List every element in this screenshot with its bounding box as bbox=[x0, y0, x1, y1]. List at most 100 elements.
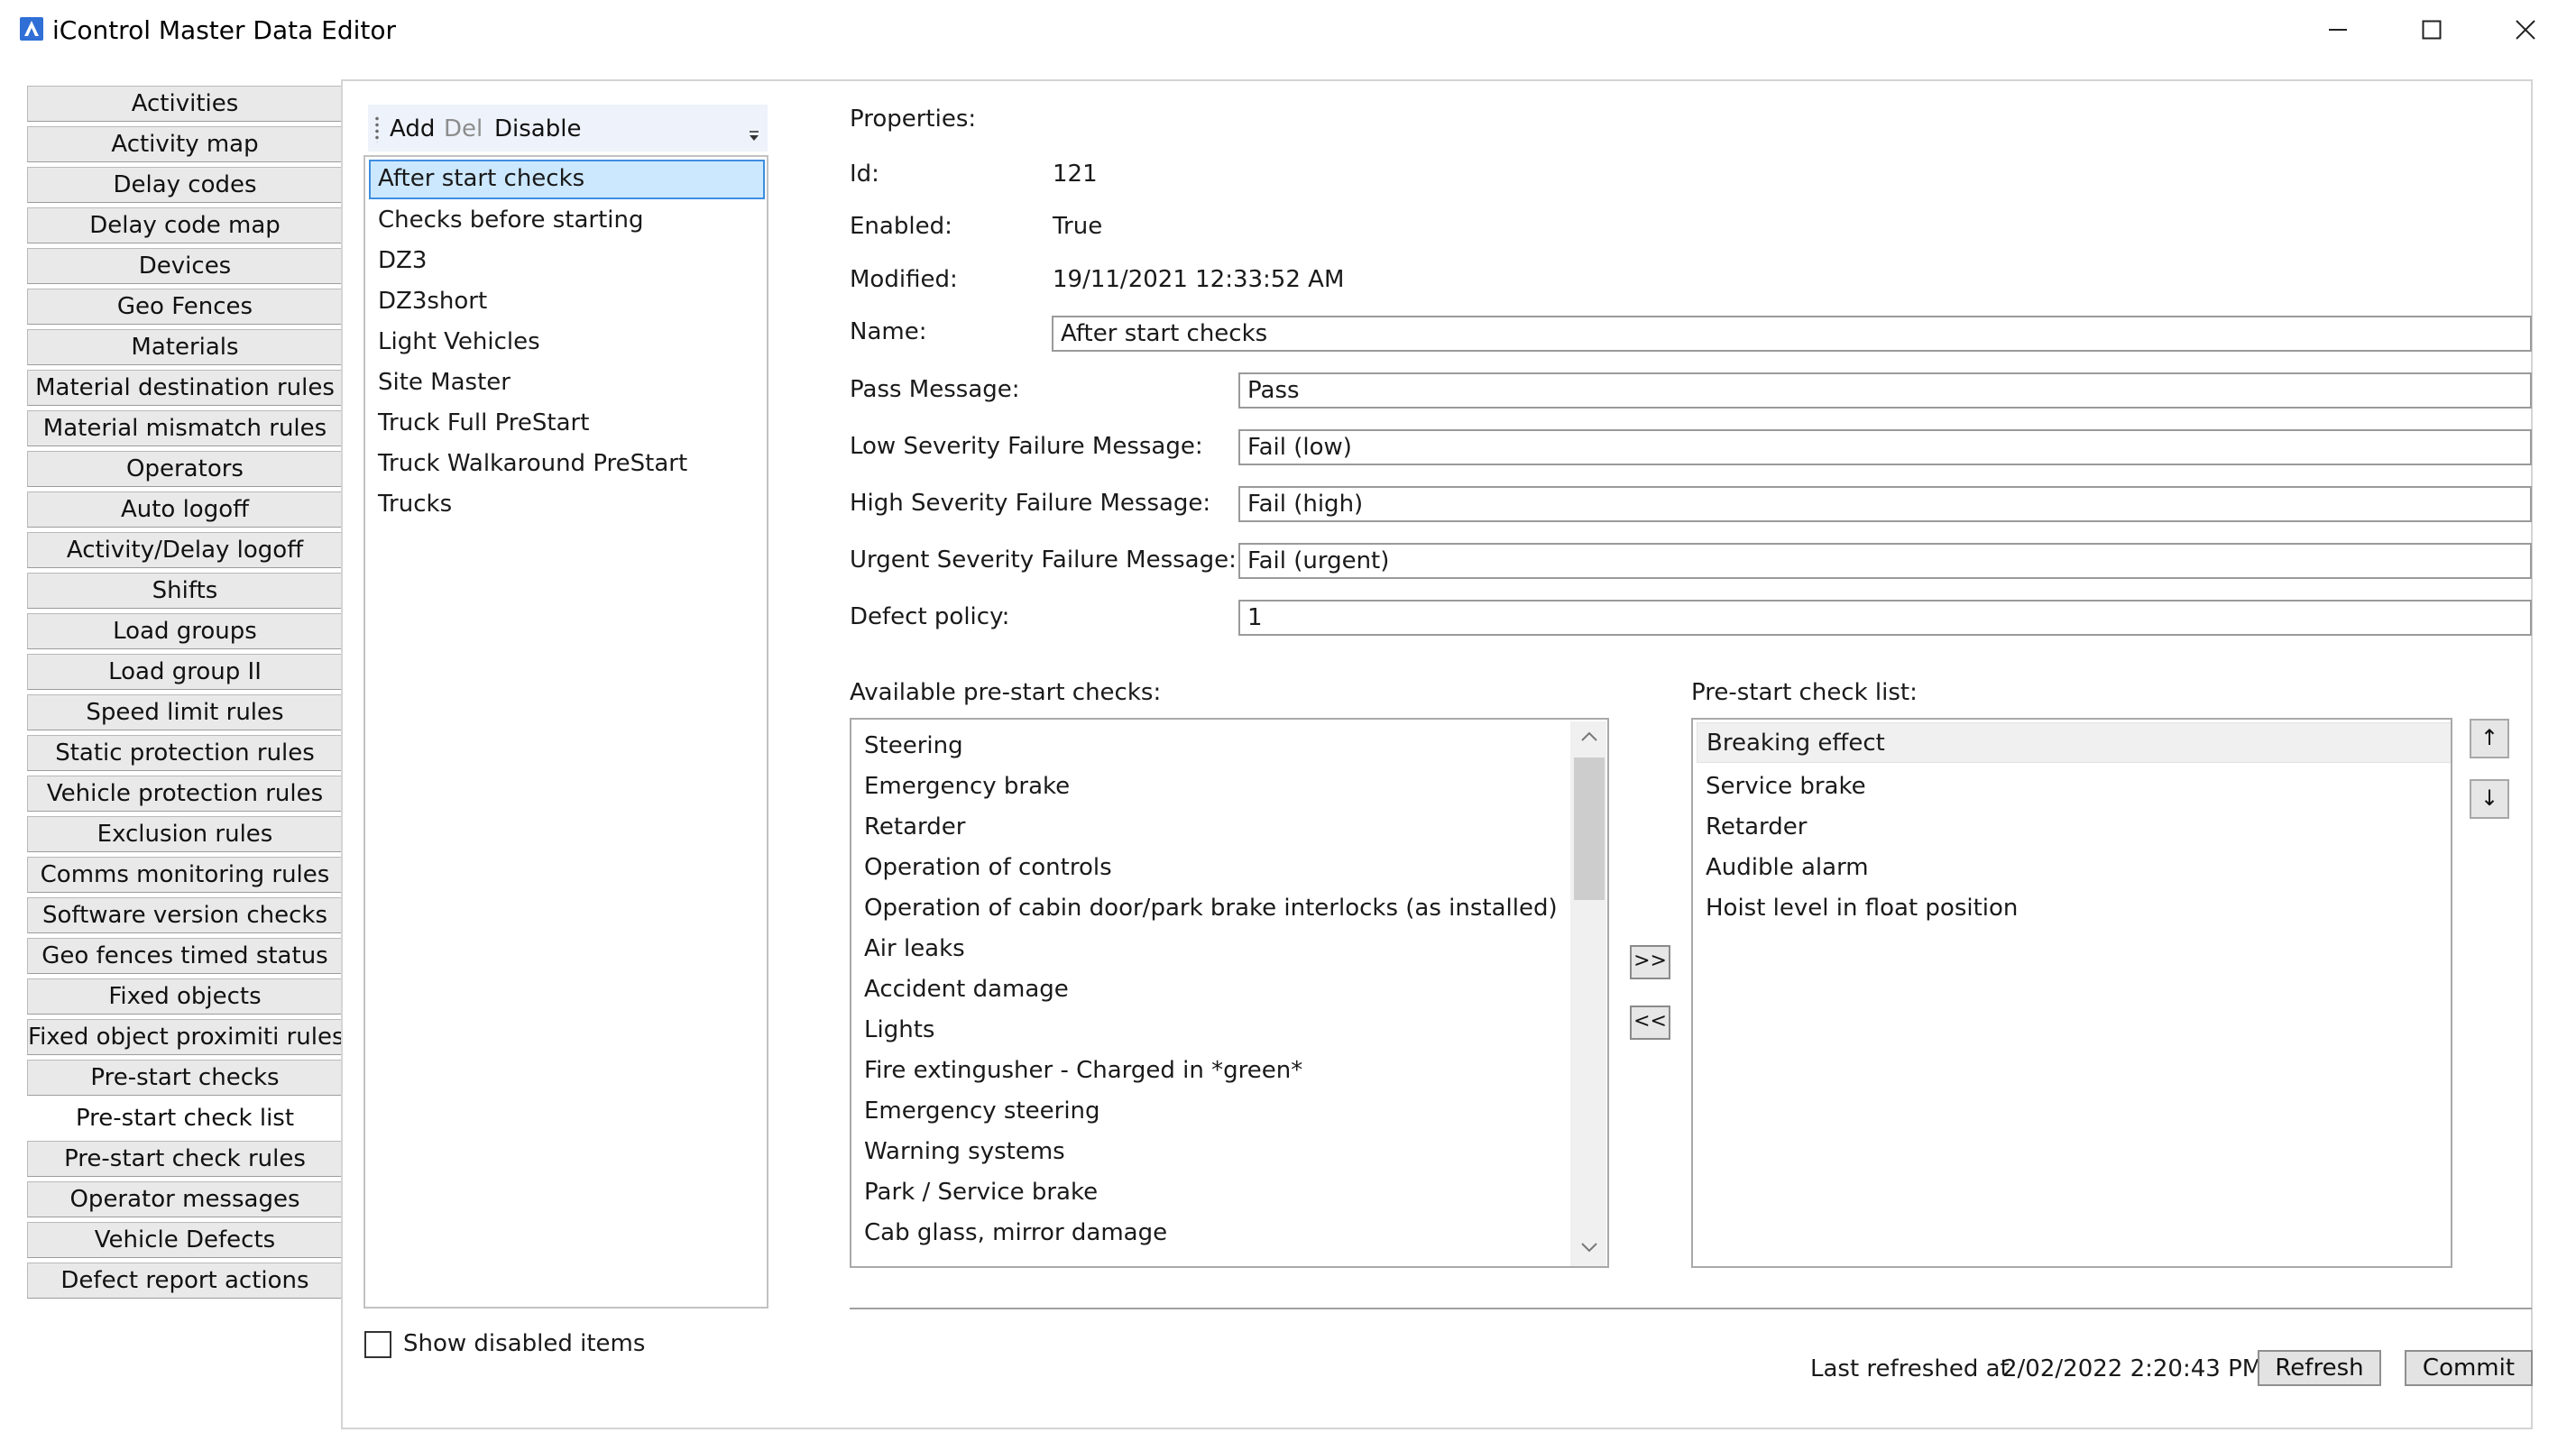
defect-policy-field[interactable]: 1 bbox=[1238, 600, 2532, 636]
list-item[interactable]: Emergency steering bbox=[864, 1091, 1100, 1132]
nav-item-load-group-ii[interactable]: Load group II bbox=[27, 654, 343, 690]
nav-item-comms-monitoring-rules[interactable]: Comms monitoring rules bbox=[27, 857, 343, 893]
maximize-button[interactable] bbox=[2385, 0, 2479, 60]
nav-item-operators[interactable]: Operators bbox=[27, 451, 343, 487]
low-severity-label: Low Severity Failure Message: bbox=[850, 433, 1203, 460]
nav-item-auto-logoff[interactable]: Auto logoff bbox=[27, 491, 343, 528]
nav-item-shifts[interactable]: Shifts bbox=[27, 573, 343, 609]
name-field[interactable]: After start checks bbox=[1052, 316, 2532, 352]
add-button[interactable]: Add bbox=[390, 114, 435, 144]
nav-item-load-groups[interactable]: Load groups bbox=[27, 613, 343, 649]
available-checks-label: Available pre-start checks: bbox=[850, 679, 1162, 706]
nav-item-materials[interactable]: Materials bbox=[27, 329, 343, 365]
nav-item-geo-fences[interactable]: Geo Fences bbox=[27, 289, 343, 325]
id-value: 121 bbox=[1053, 161, 1098, 188]
nav-item-exclusion-rules[interactable]: Exclusion rules bbox=[27, 816, 343, 852]
close-icon bbox=[2516, 20, 2535, 40]
checklist-list[interactable]: After start checks Checks before startin… bbox=[363, 155, 768, 1309]
list-item[interactable]: Site Master bbox=[369, 363, 765, 403]
nav-item-operator-messages[interactable]: Operator messages bbox=[27, 1181, 343, 1217]
list-toolbar: Add Del Disable bbox=[368, 105, 768, 152]
name-label: Name: bbox=[850, 318, 927, 345]
list-item[interactable]: Lights bbox=[864, 1010, 934, 1051]
defect-policy-label: Defect policy: bbox=[850, 603, 1010, 630]
available-scrollbar-thumb[interactable] bbox=[1574, 758, 1605, 900]
available-checks-list[interactable]: Steering Emergency brake Retarder Operat… bbox=[850, 718, 1609, 1268]
disable-button[interactable]: Disable bbox=[494, 114, 581, 144]
app-logo-icon bbox=[20, 17, 43, 41]
list-item[interactable]: DZ3short bbox=[369, 282, 765, 322]
urgent-severity-field[interactable]: Fail (urgent) bbox=[1238, 543, 2532, 579]
nav-item-pre-start-check-list[interactable]: Pre-start check list bbox=[23, 1097, 346, 1138]
nav-item-material-destination-rules[interactable]: Material destination rules bbox=[27, 370, 343, 406]
list-item[interactable]: Hoist level in float position bbox=[1706, 888, 2018, 929]
scroll-down-icon[interactable] bbox=[1579, 1239, 1599, 1255]
list-item[interactable]: Truck Full PreStart bbox=[369, 404, 765, 444]
list-item[interactable]: Light Vehicles bbox=[369, 323, 765, 363]
nav-item-fixed-objects[interactable]: Fixed objects bbox=[27, 978, 343, 1015]
nav-item-defect-report-actions[interactable]: Defect report actions bbox=[27, 1263, 343, 1299]
list-item[interactable]: DZ3 bbox=[369, 242, 765, 281]
delete-button[interactable]: Del bbox=[444, 114, 483, 144]
nav-item-activities[interactable]: Activities bbox=[27, 86, 343, 122]
list-item[interactable]: Retarder bbox=[1706, 807, 1807, 848]
move-up-button[interactable]: ↑ bbox=[2470, 719, 2509, 758]
toolbar-grip-icon[interactable] bbox=[375, 115, 379, 142]
list-item[interactable]: Cab glass, mirror damage bbox=[864, 1213, 1167, 1254]
modified-label: Modified: bbox=[850, 266, 958, 293]
list-item[interactable]: Operation of controls bbox=[864, 848, 1112, 888]
nav-item-devices[interactable]: Devices bbox=[27, 248, 343, 284]
list-item[interactable]: Audible alarm bbox=[1706, 848, 1869, 888]
list-item[interactable]: Steering bbox=[864, 726, 963, 767]
list-item[interactable]: Accident damage bbox=[864, 969, 1069, 1010]
nav-item-fixed-object-proximiti-rules[interactable]: Fixed object proximiti rules bbox=[27, 1019, 345, 1055]
nav-item-geo-fences-timed-status[interactable]: Geo fences timed status bbox=[27, 938, 343, 974]
toolbar-overflow-icon[interactable] bbox=[747, 128, 761, 142]
list-item[interactable]: Checks before starting bbox=[369, 201, 765, 241]
list-item[interactable]: Park / Service brake bbox=[864, 1172, 1098, 1213]
close-button[interactable] bbox=[2479, 0, 2572, 60]
nav-item-delay-codes[interactable]: Delay codes bbox=[27, 167, 343, 203]
list-item[interactable]: Truck Walkaround PreStart bbox=[369, 445, 765, 484]
list-item[interactable]: Fire extingusher - Charged in *green* bbox=[864, 1051, 1302, 1091]
scroll-up-icon[interactable] bbox=[1579, 729, 1599, 745]
list-item[interactable]: Emergency brake bbox=[864, 767, 1070, 807]
add-to-list-button[interactable]: >> bbox=[1630, 945, 1670, 979]
nav-item-software-version-checks[interactable]: Software version checks bbox=[27, 897, 343, 933]
last-refreshed-label: Last refreshed at bbox=[1810, 1355, 2010, 1382]
remove-from-list-button[interactable]: << bbox=[1630, 1006, 1670, 1040]
move-down-button[interactable]: ↓ bbox=[2470, 779, 2509, 819]
list-item[interactable]: Service brake bbox=[1706, 767, 1866, 807]
pass-message-label: Pass Message: bbox=[850, 376, 1020, 403]
nav-item-static-protection-rules[interactable]: Static protection rules bbox=[27, 735, 343, 771]
title-bar: iControl Master Data Editor bbox=[0, 0, 2576, 61]
list-item[interactable]: After start checks bbox=[369, 160, 765, 199]
list-item[interactable]: Trucks bbox=[369, 485, 765, 525]
commit-button[interactable]: Commit bbox=[2405, 1350, 2533, 1386]
modified-value: 19/11/2021 12:33:52 AM bbox=[1053, 266, 1345, 293]
bottom-separator bbox=[850, 1308, 2532, 1309]
list-item[interactable]: Operation of cabin door/park brake inter… bbox=[864, 888, 1558, 929]
nav-item-vehicle-defects[interactable]: Vehicle Defects bbox=[27, 1222, 343, 1258]
list-item[interactable]: Warning systems bbox=[864, 1132, 1065, 1172]
nav-item-speed-limit-rules[interactable]: Speed limit rules bbox=[27, 694, 343, 730]
nav-item-pre-start-check-rules[interactable]: Pre-start check rules bbox=[27, 1141, 343, 1177]
high-severity-field[interactable]: Fail (high) bbox=[1238, 486, 2532, 522]
nav-item-pre-start-checks[interactable]: Pre-start checks bbox=[27, 1060, 343, 1096]
nav-item-activity-map[interactable]: Activity map bbox=[27, 126, 343, 162]
nav-item-material-mismatch-rules[interactable]: Material mismatch rules bbox=[27, 410, 343, 446]
show-disabled-checkbox[interactable] bbox=[364, 1331, 391, 1358]
nav-item-vehicle-protection-rules[interactable]: Vehicle protection rules bbox=[27, 776, 343, 812]
list-item[interactable]: Breaking effect bbox=[1697, 722, 2451, 763]
minimize-button[interactable] bbox=[2291, 0, 2385, 60]
enabled-label: Enabled: bbox=[850, 213, 952, 240]
low-severity-field[interactable]: Fail (low) bbox=[1238, 429, 2532, 465]
list-item[interactable]: Retarder bbox=[864, 807, 965, 848]
nav-item-delay-code-map[interactable]: Delay code map bbox=[27, 207, 343, 243]
list-item[interactable]: Air leaks bbox=[864, 929, 965, 969]
pass-message-field[interactable]: Pass bbox=[1238, 372, 2532, 409]
pre-start-check-list[interactable]: Breaking effect Service brake Retarder A… bbox=[1691, 718, 2452, 1268]
nav-item-activity-delay-logoff[interactable]: Activity/Delay logoff bbox=[27, 532, 343, 568]
refresh-button[interactable]: Refresh bbox=[2258, 1350, 2381, 1386]
enabled-value: True bbox=[1053, 213, 1103, 240]
